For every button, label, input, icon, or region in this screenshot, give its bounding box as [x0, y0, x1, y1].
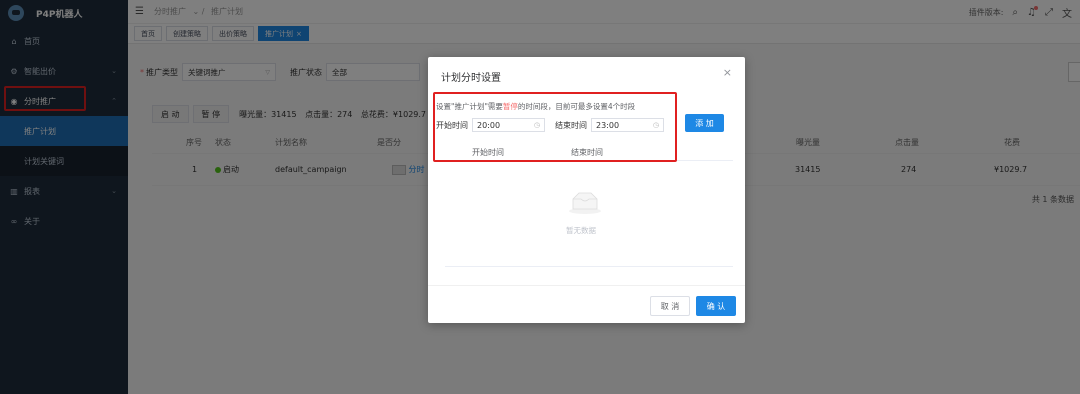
empty-text: 暂无数据 — [566, 226, 596, 235]
close-icon[interactable]: × — [723, 66, 732, 79]
dialog-highlight-box — [433, 92, 677, 162]
dialog-title: 计划分时设置 — [441, 73, 501, 84]
divider — [445, 266, 733, 267]
add-button[interactable]: 添 加 — [685, 114, 724, 132]
footer-divider — [428, 285, 745, 286]
cancel-button[interactable]: 取 消 — [650, 296, 690, 316]
empty-box-icon — [569, 192, 601, 214]
confirm-button[interactable]: 确 认 — [696, 296, 736, 316]
